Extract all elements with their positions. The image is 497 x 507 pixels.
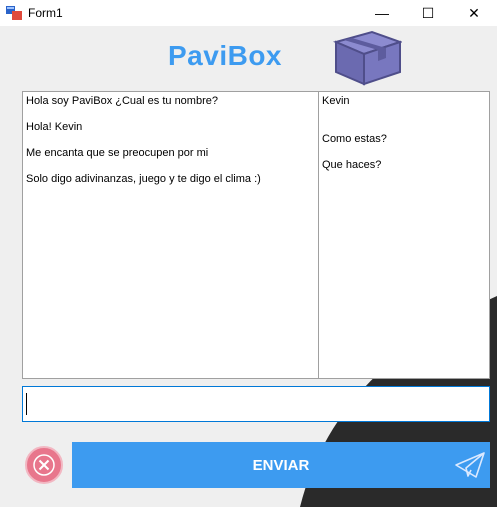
box-logo-icon: [332, 30, 402, 86]
send-button-label: ENVIAR: [252, 456, 310, 474]
bot-messages-panel: Hola soy PaviBox ¿Cual es tu nombre? Hol…: [22, 91, 319, 379]
bot-message: Hola! Kevin: [26, 121, 83, 133]
brand-title: PaviBox: [168, 40, 282, 71]
minimize-button[interactable]: —: [359, 0, 405, 26]
maximize-button[interactable]: ☐: [405, 0, 451, 26]
message-input[interactable]: [22, 386, 490, 422]
form-client-area: PaviBox Hola soy PaviBox ¿Cual es tu nom…: [0, 26, 497, 507]
window-title: Form1: [28, 6, 63, 20]
app-icon: [6, 6, 22, 20]
user-message: Kevin: [322, 95, 350, 107]
text-caret: [26, 393, 27, 415]
bot-message: Me encanta que se preocupen por mi: [26, 147, 209, 159]
send-button[interactable]: ENVIAR: [72, 442, 490, 488]
cancel-button[interactable]: [25, 446, 63, 484]
user-messages-panel: Kevin Como estas? Que haces?: [318, 91, 490, 379]
bot-message: Hola soy PaviBox ¿Cual es tu nombre?: [26, 95, 218, 107]
bot-message: Solo digo adivinanzas, juego y te digo e…: [26, 173, 261, 185]
title-bar: Form1 — ☐ ✕: [0, 0, 497, 26]
close-window-button[interactable]: ✕: [451, 0, 497, 26]
paper-plane-icon: [455, 452, 485, 478]
user-message: Como estas?: [322, 133, 387, 145]
user-message: Que haces?: [322, 159, 382, 171]
close-circle-icon: [33, 454, 55, 476]
